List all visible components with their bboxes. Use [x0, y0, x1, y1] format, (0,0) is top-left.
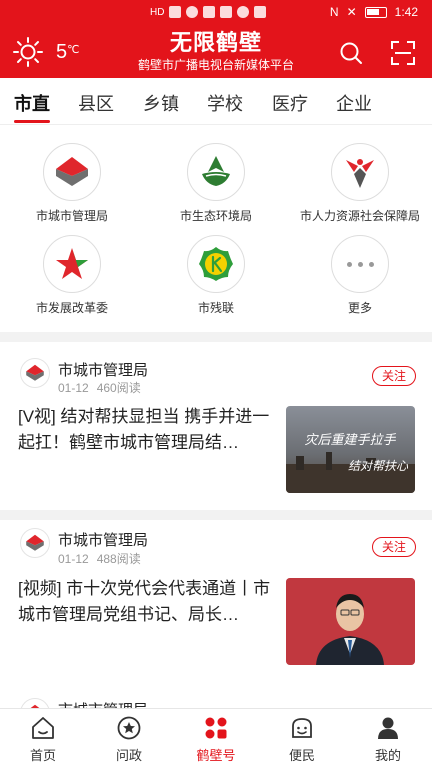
nav-label: 鹤壁号: [196, 748, 236, 763]
app-title: 无限鹤壁: [169, 30, 262, 55]
category-tabs: 市直 县区 乡镇 学校 医疗 企业: [0, 78, 432, 124]
post-date: 01-12: [58, 381, 89, 395]
nav-home[interactable]: 首页: [13, 715, 73, 764]
more-icon: [331, 235, 389, 293]
tab-xiangzhen[interactable]: 乡镇: [143, 90, 179, 116]
wifi-icon: [186, 6, 199, 18]
location-icon: [237, 6, 250, 18]
scan-icon[interactable]: [390, 40, 416, 66]
active-tab-indicator: [14, 120, 50, 123]
status-right: N ✕ 1:42: [330, 5, 418, 19]
search-icon[interactable]: [338, 40, 364, 66]
account-avatar[interactable]: [20, 698, 50, 708]
feed-card[interactable]: 市城市管理局: [0, 690, 432, 708]
notification-icon: [203, 6, 216, 18]
account-name[interactable]: 市城市管理局: [58, 529, 148, 550]
post-meta: 01-12 488阅读: [58, 550, 149, 567]
hd-indicator: HD: [150, 6, 165, 18]
account-name[interactable]: 市城市管理局: [58, 699, 148, 708]
nav-label: 首页: [29, 748, 56, 763]
account-name[interactable]: 市城市管理局: [58, 359, 148, 380]
tab-shizhi[interactable]: 市直: [14, 90, 50, 116]
vibrate-icon: ✕: [346, 5, 357, 19]
post-meta: 01-12 460阅读: [58, 379, 149, 396]
grid-item-label: 市城市管理局: [35, 209, 108, 223]
nav-hebihao[interactable]: 鹤壁号: [186, 715, 246, 764]
grid-item-label: 市发展改革委: [35, 301, 108, 315]
ecology-environment-logo: [187, 143, 245, 201]
grid-item-label: 市生态环境局: [179, 209, 252, 223]
grid-item-more[interactable]: 更多: [288, 235, 432, 316]
tab-yiliao[interactable]: 医疗: [272, 90, 308, 116]
temperature: 5℃: [56, 41, 79, 64]
nav-mine[interactable]: 我的: [358, 715, 418, 764]
app-header: HD N ✕ 1:42 5℃ 无限鹤壁 鹤壁市广播电视台新媒体平台: [0, 0, 432, 78]
nav-wenzheng[interactable]: 问政: [99, 715, 159, 764]
account-avatar[interactable]: [20, 358, 50, 388]
status-icons: HD: [150, 5, 267, 19]
grid-item-disabled-federation[interactable]: 市残联: [144, 235, 288, 316]
nav-label: 便民: [288, 748, 315, 763]
user-icon: [378, 717, 398, 739]
post-title[interactable]: [V视] 结对帮扶显担当 携手并进一起扛！鹤壁市城市管理局结…: [18, 404, 278, 456]
clock: 1:42: [394, 5, 418, 19]
app-subtitle: 鹤壁市广播电视台新媒体平台: [137, 58, 294, 72]
smile-house-icon: [292, 718, 312, 738]
grid-item-label: 市残联: [197, 301, 234, 315]
bottom-nav: 首页 问政 鹤壁号 便民 我的: [0, 708, 432, 768]
feed-card[interactable]: 市城市管理局 01-12 488阅读 关注 [视频] 市十次党代会代表通道丨市城市…: [0, 520, 432, 680]
status-bar: HD N ✕ 1:42: [0, 0, 432, 24]
nav-bianmin[interactable]: 便民: [272, 715, 332, 764]
section-divider: [0, 332, 432, 342]
sun-icon: [13, 37, 43, 67]
grid-item-label: 市人力资源社会保障局: [299, 209, 420, 223]
read-count: 488阅读: [96, 552, 141, 566]
tab-qiye[interactable]: 企业: [336, 90, 372, 116]
grid-item-human-resources[interactable]: 市人力资源社会保障局: [288, 143, 432, 224]
home-icon: [32, 717, 54, 739]
nav-label: 问政: [115, 748, 142, 763]
grid-item-development-reform[interactable]: 市发展改革委: [0, 235, 144, 316]
disabled-federation-logo: [187, 235, 245, 293]
post-thumbnail[interactable]: [286, 578, 415, 665]
battery-icon: [364, 6, 387, 18]
human-resources-logo: [331, 143, 389, 201]
post-date: 01-12: [58, 552, 89, 566]
weather-widget[interactable]: 5℃: [12, 36, 79, 68]
feed-divider: [0, 510, 432, 520]
grid-app-icon: [205, 717, 227, 739]
feed-card[interactable]: 市城市管理局 01-12 460阅读 关注 [V视] 结对帮扶显担当 携手并进一起…: [0, 342, 432, 510]
tab-xianqu[interactable]: 县区: [78, 90, 114, 116]
signal-icon: [169, 6, 182, 18]
grid-item-urban-management[interactable]: 市城市管理局: [0, 143, 144, 224]
temperature-unit: ℃: [67, 43, 80, 56]
follow-button[interactable]: 关注: [372, 366, 416, 386]
thumbnail-caption-1: 灾后重建手拉手: [304, 432, 396, 448]
account-avatar[interactable]: [20, 528, 50, 558]
follow-button[interactable]: 关注: [372, 537, 416, 557]
brand: 无限鹤壁 鹤壁市广播电视台新媒体平台: [116, 30, 316, 73]
grid-item-label: 更多: [347, 301, 372, 315]
read-count: 460阅读: [96, 381, 141, 395]
development-reform-logo: [43, 235, 101, 293]
app-notification-icon: [220, 6, 233, 18]
post-thumbnail[interactable]: 灾后重建手拉手 结对帮扶心: [286, 406, 415, 493]
nav-label: 我的: [374, 748, 401, 763]
temperature-value: 5: [56, 40, 68, 63]
urban-management-logo: [43, 143, 101, 201]
message-icon: [254, 6, 267, 18]
tab-xuexiao[interactable]: 学校: [207, 90, 243, 116]
account-grid: 市城市管理局 市生态环境局 市人力资源社会保障局 市发展改革委 市残联 更多: [0, 124, 432, 332]
star-badge-icon: [117, 716, 141, 740]
nfc-icon: N: [329, 5, 339, 19]
grid-item-ecology[interactable]: 市生态环境局: [144, 143, 288, 224]
post-title[interactable]: [视频] 市十次党代会代表通道丨市城市管理局党组书记、局长…: [18, 576, 278, 628]
thumbnail-caption-2: 结对帮扶心: [348, 459, 409, 473]
